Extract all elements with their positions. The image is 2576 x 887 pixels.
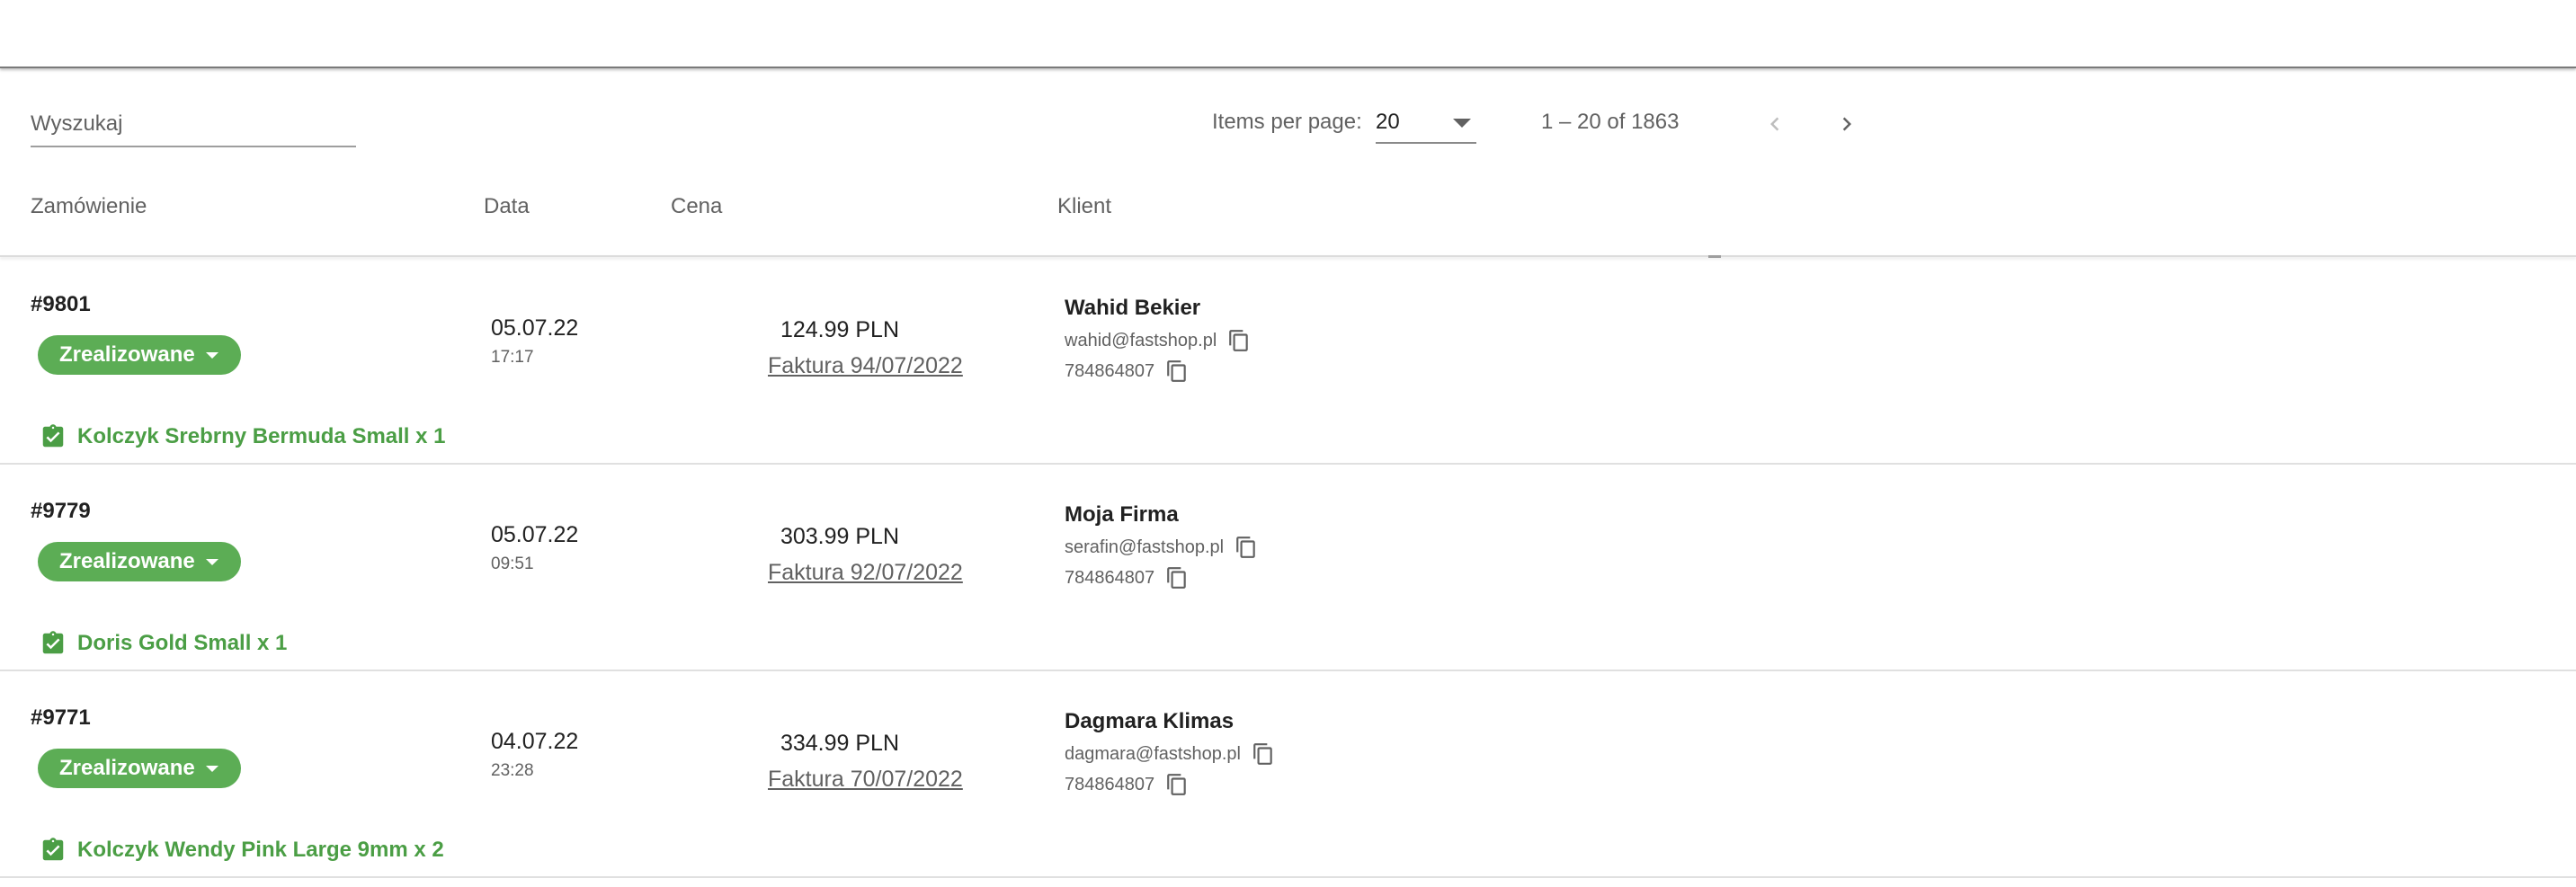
invoice-link[interactable]: Faktura 70/07/2022 (768, 767, 963, 793)
table-row[interactable]: #9779 Zrealizowane 05.07.22 09:51 303.99… (0, 465, 2576, 671)
copy-icon (1167, 774, 1186, 795)
product-label: Doris Gold Small x 1 (77, 631, 288, 655)
client-email-row: serafin@fastshop.pl (1065, 535, 1258, 560)
status-label: Zrealizowane (59, 342, 195, 367)
copy-icon (1236, 537, 1255, 558)
previous-page-button[interactable] (1753, 102, 1796, 146)
client-phone-row: 784864807 (1065, 565, 1189, 590)
client-phone: 784864807 (1065, 360, 1155, 381)
search-field[interactable] (31, 106, 356, 147)
copy-phone-button[interactable] (1165, 359, 1189, 384)
copy-email-button[interactable] (1235, 535, 1258, 560)
copy-email-button[interactable] (1227, 328, 1251, 353)
column-header-client[interactable]: Klient (1057, 194, 1111, 219)
table-row[interactable]: #9801 Zrealizowane 05.07.22 17:17 124.99… (0, 258, 2576, 465)
order-date: 05.07.22 (491, 522, 579, 547)
client-name: Moja Firma (1065, 502, 1179, 527)
dropdown-arrow-icon (205, 558, 218, 565)
column-header-price[interactable]: Cena (671, 194, 722, 219)
product-label: Kolczyk Wendy Pink Large 9mm x 2 (77, 838, 444, 862)
client-phone: 784864807 (1065, 567, 1155, 588)
client-phone-row: 784864807 (1065, 359, 1189, 384)
client-name: Wahid Bekier (1065, 296, 1201, 320)
chevron-right-icon (1842, 117, 1851, 131)
clipboard-check-icon (42, 424, 64, 448)
copy-icon (1229, 330, 1249, 351)
items-per-page-label: Items per page: (1212, 110, 1362, 134)
copy-icon (1253, 743, 1272, 765)
order-number[interactable]: #9801 (31, 292, 91, 317)
items-per-page-select[interactable]: 20 (1376, 104, 1476, 144)
status-label: Zrealizowane (59, 549, 195, 573)
order-number[interactable]: #9779 (31, 499, 91, 524)
order-price: 124.99 PLN (780, 317, 900, 342)
status-dropdown[interactable]: Zrealizowane (38, 542, 241, 581)
copy-icon (1167, 567, 1186, 589)
table-row[interactable]: #9771 Zrealizowane 04.07.22 23:28 334.99… (0, 671, 2576, 878)
dropdown-arrow-icon (205, 351, 218, 359)
top-toolbar (0, 0, 2576, 68)
order-product: Kolczyk Srebrny Bermuda Small x 1 (40, 423, 446, 450)
client-email: wahid@fastshop.pl (1065, 330, 1217, 350)
clipboard-check-icon (42, 838, 64, 861)
order-time: 17:17 (491, 348, 534, 367)
client-name: Dagmara Klimas (1065, 709, 1235, 733)
chevron-left-icon (1770, 117, 1779, 131)
order-number[interactable]: #9771 (31, 705, 91, 731)
copy-icon (1167, 360, 1186, 382)
copy-email-button[interactable] (1252, 741, 1275, 767)
dropdown-arrow-icon (205, 765, 218, 772)
order-product: Doris Gold Small x 1 (40, 630, 287, 657)
items-per-page-value: 20 (1376, 110, 1400, 134)
order-time: 09:51 (491, 554, 534, 573)
order-price: 303.99 PLN (780, 524, 900, 549)
table-header-divider (0, 255, 2576, 257)
next-page-button[interactable] (1825, 102, 1868, 146)
client-email: dagmara@fastshop.pl (1065, 743, 1241, 764)
search-input[interactable] (31, 106, 356, 142)
paginator-range-label: 1 – 20 of 1863 (1541, 110, 1680, 134)
client-email: serafin@fastshop.pl (1065, 537, 1225, 557)
order-date: 04.07.22 (491, 729, 579, 754)
client-phone: 784864807 (1065, 774, 1155, 794)
column-header-order[interactable]: Zamówienie (31, 194, 147, 219)
client-email-row: wahid@fastshop.pl (1065, 328, 1251, 353)
invoice-link[interactable]: Faktura 94/07/2022 (768, 353, 963, 379)
order-date: 05.07.22 (491, 315, 579, 341)
clipboard-check-icon (42, 631, 64, 654)
client-phone-row: 784864807 (1065, 772, 1189, 797)
status-dropdown[interactable]: Zrealizowane (38, 749, 241, 788)
product-label: Kolczyk Srebrny Bermuda Small x 1 (77, 424, 446, 448)
order-product: Kolczyk Wendy Pink Large 9mm x 2 (40, 837, 444, 864)
column-header-date[interactable]: Data (484, 194, 530, 219)
dropdown-arrow-icon (1453, 119, 1471, 128)
status-dropdown[interactable]: Zrealizowane (38, 335, 241, 375)
order-price: 334.99 PLN (780, 731, 900, 756)
copy-phone-button[interactable] (1165, 772, 1189, 797)
copy-phone-button[interactable] (1165, 565, 1189, 590)
order-time: 23:28 (491, 761, 534, 780)
invoice-link[interactable]: Faktura 92/07/2022 (768, 560, 963, 586)
client-email-row: dagmara@fastshop.pl (1065, 741, 1275, 767)
status-label: Zrealizowane (59, 756, 195, 780)
